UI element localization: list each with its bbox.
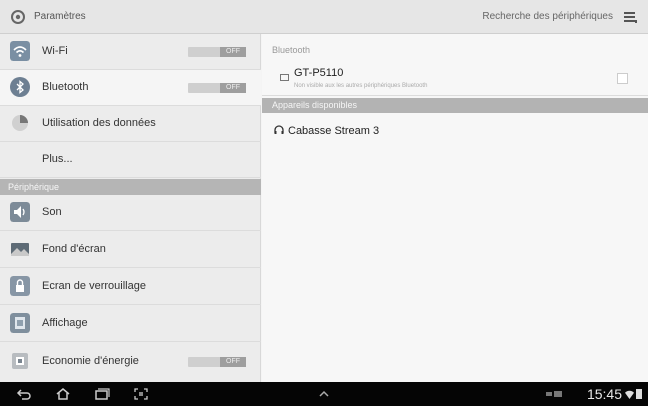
toggle-knob: OFF bbox=[220, 83, 246, 93]
toggle-state: OFF bbox=[226, 48, 240, 55]
available-device-row[interactable]: Cabasse Stream 3 bbox=[262, 114, 648, 148]
bluetooth-icon bbox=[10, 77, 30, 97]
panel-category: Bluetooth bbox=[272, 45, 311, 55]
toggle-state: OFF bbox=[226, 358, 240, 365]
navigation-bar: 15:45 bbox=[0, 382, 648, 406]
toggle-knob: OFF bbox=[220, 47, 246, 57]
toggle-state: OFF bbox=[226, 84, 240, 91]
available-devices-label: Appareils disponibles bbox=[272, 100, 358, 110]
bluetooth-panel: Bluetooth GT-P5110 Non visible aux les a… bbox=[262, 34, 648, 382]
settings-item-label: Affichage bbox=[42, 317, 88, 329]
lock-screen-icon bbox=[10, 276, 30, 296]
sound-icon bbox=[10, 202, 30, 222]
wifi-status-icon bbox=[625, 390, 634, 399]
settings-app: Paramètres Recherche des périphériques W… bbox=[0, 0, 648, 406]
settings-item-label: Economie d'énergie bbox=[42, 355, 139, 367]
settings-gear-icon[interactable] bbox=[10, 9, 26, 25]
chevron-up-icon[interactable] bbox=[316, 387, 332, 401]
settings-item-data-usage[interactable]: Utilisation des données bbox=[0, 106, 261, 142]
headphones-icon bbox=[274, 125, 284, 134]
available-device-name: Cabasse Stream 3 bbox=[288, 125, 380, 137]
my-device-name: GT-P5110 bbox=[294, 67, 344, 79]
settings-item-display[interactable]: Affichage bbox=[0, 306, 261, 342]
settings-item-label: Utilisation des données bbox=[42, 117, 156, 129]
settings-item-wifi[interactable]: Wi-Fi OFF bbox=[0, 34, 261, 70]
settings-item-power-saving[interactable]: Economie d'énergie OFF bbox=[0, 344, 261, 380]
toggle-knob: OFF bbox=[220, 357, 246, 367]
tablet-icon bbox=[280, 74, 289, 81]
bluetooth-toggle[interactable]: OFF bbox=[188, 83, 246, 93]
settings-item-label: Fond d'écran bbox=[42, 243, 106, 255]
data-usage-icon bbox=[12, 115, 28, 131]
display-icon bbox=[10, 313, 30, 333]
status-indicators-icon bbox=[546, 391, 562, 397]
power-saving-toggle[interactable]: OFF bbox=[188, 357, 246, 367]
settings-item-more[interactable]: Plus... bbox=[0, 142, 261, 178]
settings-item-sound[interactable]: Son bbox=[0, 195, 261, 231]
wifi-icon bbox=[10, 41, 30, 61]
my-device-visibility: Non visible aux les autres périphériques… bbox=[294, 83, 428, 89]
action-bar: Paramètres Recherche des périphériques bbox=[0, 0, 648, 34]
my-device-row[interactable]: GT-P5110 Non visible aux les autres péri… bbox=[262, 62, 648, 96]
settings-item-wallpaper[interactable]: Fond d'écran bbox=[0, 232, 261, 268]
home-icon[interactable] bbox=[55, 387, 71, 401]
back-icon[interactable] bbox=[16, 387, 32, 401]
settings-item-label: Plus... bbox=[42, 153, 73, 165]
available-devices-header: Appareils disponibles bbox=[262, 98, 648, 113]
settings-item-label: Bluetooth bbox=[42, 81, 89, 93]
screenshot-icon[interactable] bbox=[133, 387, 149, 401]
section-header-device: Périphérique bbox=[0, 179, 261, 195]
settings-item-label: Ecran de verrouillage bbox=[42, 280, 146, 292]
recent-apps-icon[interactable] bbox=[94, 387, 110, 401]
overflow-menu-icon[interactable] bbox=[622, 9, 638, 25]
settings-item-bluetooth[interactable]: Bluetooth OFF bbox=[0, 70, 261, 106]
search-devices-button[interactable]: Recherche des périphériques bbox=[482, 11, 613, 22]
settings-item-label: Wi-Fi bbox=[42, 45, 68, 57]
section-header-label: Périphérique bbox=[8, 182, 60, 192]
wallpaper-icon bbox=[11, 243, 29, 256]
settings-item-label: Son bbox=[42, 206, 62, 218]
settings-item-lock-screen[interactable]: Ecran de verrouillage bbox=[0, 269, 261, 305]
clock: 15:45 bbox=[586, 386, 622, 402]
page-title: Paramètres bbox=[34, 11, 86, 22]
battery-icon bbox=[636, 389, 642, 399]
wifi-toggle[interactable]: OFF bbox=[188, 47, 246, 57]
power-saving-icon bbox=[12, 353, 28, 369]
settings-list: Wi-Fi OFF Bluetooth OFF Utilisation des … bbox=[0, 34, 261, 382]
visibility-checkbox[interactable] bbox=[617, 73, 628, 84]
